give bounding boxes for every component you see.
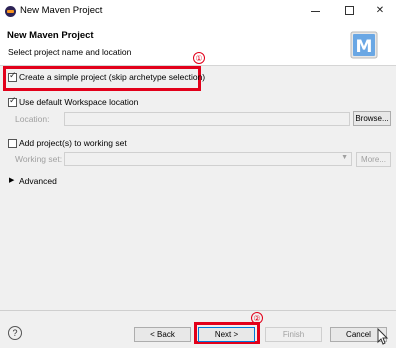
minimize-button[interactable] bbox=[300, 0, 332, 22]
help-icon[interactable]: ? bbox=[8, 326, 22, 340]
next-button[interactable]: Next > bbox=[198, 327, 255, 342]
chevron-down-icon: ▼ bbox=[341, 154, 348, 161]
annotation-1: ① bbox=[193, 52, 205, 64]
close-icon: ✕ bbox=[375, 5, 385, 16]
advanced-expand-icon[interactable]: ▶ bbox=[9, 176, 14, 184]
simple-project-checkbox[interactable] bbox=[8, 71, 17, 82]
browse-button[interactable]: Browse... bbox=[353, 111, 391, 126]
page-description: Select project name and location bbox=[8, 47, 132, 57]
default-workspace-label: Use default Workspace location bbox=[19, 97, 139, 107]
mouse-cursor-icon bbox=[377, 328, 389, 345]
back-button[interactable]: < Back bbox=[134, 327, 191, 342]
more-button[interactable]: More... bbox=[356, 152, 391, 167]
working-set-label: Add project(s) to working set bbox=[19, 138, 127, 148]
svg-text:M: M bbox=[356, 37, 373, 57]
finish-button[interactable]: Finish bbox=[265, 327, 322, 342]
working-set-checkbox[interactable] bbox=[8, 139, 17, 148]
minimize-icon bbox=[311, 11, 320, 12]
title-bar: New Maven Project ✕ bbox=[0, 0, 396, 22]
simple-project-label: Create a simple project (skip archetype … bbox=[19, 72, 206, 82]
window-title: New Maven Project bbox=[20, 5, 103, 16]
eclipse-icon bbox=[5, 6, 16, 17]
working-set-combo[interactable]: ▼ bbox=[64, 152, 352, 166]
location-input[interactable] bbox=[64, 112, 350, 126]
maximize-icon bbox=[345, 6, 354, 15]
advanced-label[interactable]: Advanced bbox=[19, 176, 57, 186]
close-button[interactable]: ✕ bbox=[364, 0, 396, 22]
maven-logo-icon: M bbox=[350, 31, 378, 59]
page-title: New Maven Project bbox=[7, 30, 94, 41]
working-set-field-label: Working set: bbox=[15, 154, 63, 164]
maximize-button[interactable] bbox=[334, 0, 366, 22]
default-workspace-checkbox[interactable] bbox=[8, 96, 17, 107]
location-label: Location: bbox=[15, 114, 50, 124]
